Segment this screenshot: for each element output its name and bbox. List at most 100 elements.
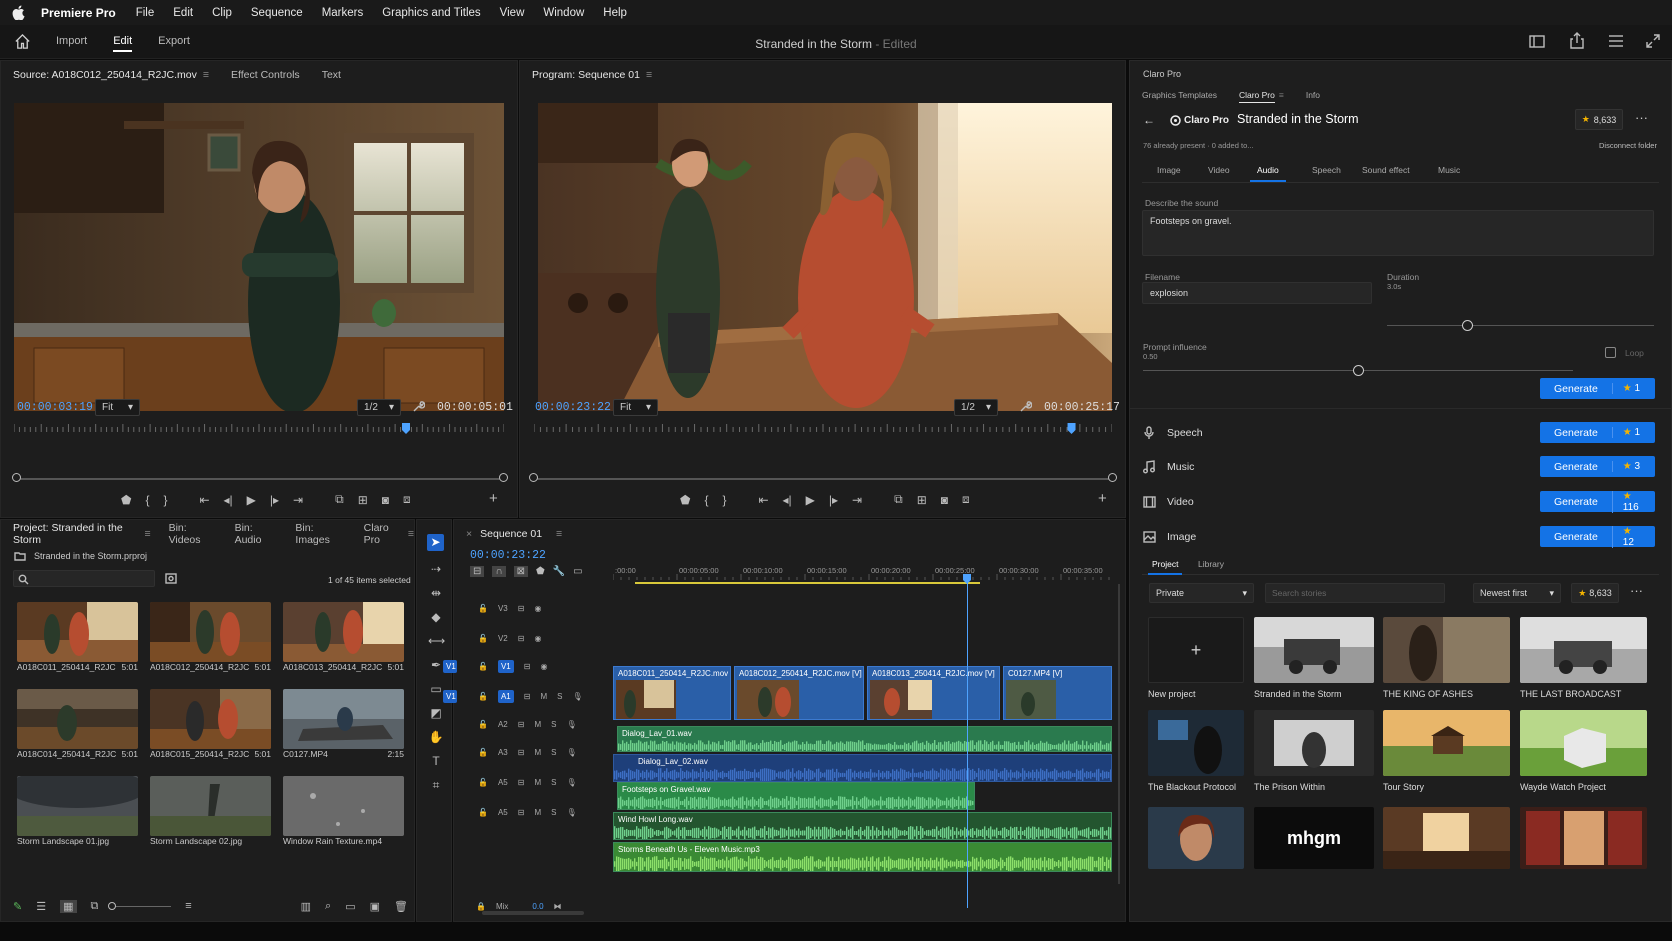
clip-item[interactable]: A018C014_250414_R2JC 5:01 bbox=[17, 689, 138, 759]
tab-project[interactable]: Project: Stranded in the Storm bbox=[13, 522, 140, 546]
tab-sequence[interactable]: Sequence 01 bbox=[480, 528, 542, 540]
tab-bin-audio[interactable]: Bin: Audio bbox=[235, 522, 278, 546]
tab-speech[interactable]: Speech bbox=[1312, 165, 1341, 175]
tab-bin-images[interactable]: Bin: Images bbox=[295, 522, 345, 546]
source-scrub-bar[interactable] bbox=[17, 478, 504, 480]
tab-claro-pro[interactable]: Claro Pro bbox=[364, 522, 404, 546]
filename-input[interactable]: explosion bbox=[1142, 282, 1372, 304]
story-card[interactable]: Tour Story bbox=[1383, 710, 1510, 792]
selection-tool-icon[interactable]: ➤ bbox=[427, 534, 444, 551]
program-scrub-bar[interactable] bbox=[534, 478, 1112, 480]
mute-button[interactable]: M bbox=[534, 778, 541, 787]
track-label[interactable]: A3 bbox=[498, 748, 508, 757]
export-frame-icon[interactable]: ◙ bbox=[382, 493, 389, 507]
wrench-icon[interactable] bbox=[412, 400, 425, 413]
solo-button[interactable]: S bbox=[557, 692, 562, 701]
sort-dropdown[interactable]: Newest first ▾ bbox=[1473, 583, 1561, 603]
program-time-ruler[interactable] bbox=[534, 423, 1112, 437]
clip-item[interactable]: C0127.MP4 2:15 bbox=[283, 689, 404, 759]
generate-video-button[interactable]: Generate ★ 116 bbox=[1540, 490, 1655, 513]
lift-icon[interactable]: ⧉ bbox=[894, 492, 903, 507]
share-icon[interactable] bbox=[1569, 32, 1585, 49]
track-label[interactable]: A2 bbox=[498, 720, 508, 729]
ripple-edit-tool-icon[interactable]: ⇹ bbox=[428, 586, 444, 600]
horizontal-scrollbar[interactable] bbox=[482, 911, 584, 915]
solo-button[interactable]: S bbox=[551, 778, 556, 787]
describe-sound-input[interactable]: Footsteps on gravel. bbox=[1142, 210, 1654, 256]
nest-icon[interactable]: ⊟ bbox=[470, 566, 485, 577]
menu-clip[interactable]: Clip bbox=[212, 7, 232, 19]
tab-menu-icon[interactable]: ≡ bbox=[556, 528, 562, 540]
add-button-icon[interactable]: + bbox=[489, 490, 498, 507]
wrench-icon[interactable] bbox=[1019, 400, 1032, 413]
slip-tool-icon[interactable]: ⟷ bbox=[428, 634, 445, 648]
duration-slider-handle[interactable] bbox=[1462, 320, 1474, 331]
audio-clip[interactable]: Dialog_Lav_02.wav bbox=[613, 754, 1112, 782]
tab-graphics-templates[interactable]: Graphics Templates bbox=[1142, 90, 1217, 103]
close-icon[interactable]: × bbox=[466, 528, 472, 540]
track-label[interactable]: V3 bbox=[498, 604, 508, 613]
find-icon[interactable]: ⌕ bbox=[325, 900, 331, 913]
program-scrub-start-handle[interactable] bbox=[529, 473, 538, 482]
audio-clip[interactable]: Wind Howl Long.wav bbox=[613, 812, 1112, 840]
tab-image[interactable]: Image bbox=[1157, 165, 1181, 175]
tab-video[interactable]: Video bbox=[1208, 165, 1230, 175]
story-card[interactable]: The Prison Within bbox=[1254, 710, 1374, 792]
menu-file[interactable]: File bbox=[136, 7, 155, 19]
tab-claro-pro[interactable]: Claro Pro bbox=[1238, 90, 1275, 103]
slider-handle[interactable] bbox=[108, 901, 117, 910]
trash-icon[interactable]: 🗑 bbox=[394, 900, 408, 913]
source-timecode[interactable]: 00:00:03:19 bbox=[17, 401, 93, 414]
search-stories-input[interactable]: Search stories bbox=[1265, 583, 1445, 603]
thumbnail-size-slider[interactable] bbox=[108, 901, 172, 910]
microphone-icon[interactable]: 🎙 bbox=[566, 778, 576, 787]
mark-out-icon[interactable]: } bbox=[163, 493, 167, 507]
loop-checkbox[interactable] bbox=[1605, 347, 1616, 358]
story-card[interactable]: THE KING OF ASHES bbox=[1383, 617, 1510, 699]
freeform-view-icon[interactable]: ⧉ bbox=[91, 900, 99, 913]
program-zoom-dropdown[interactable]: Fit ▾ bbox=[613, 399, 658, 416]
lock-icon[interactable]: 🔓 bbox=[478, 604, 488, 613]
clip-item[interactable]: A018C015_250414_R2JC 5:01 bbox=[150, 689, 271, 759]
prompt-influence-handle[interactable] bbox=[1353, 365, 1364, 376]
program-resolution-dropdown[interactable]: 1/2 ▾ bbox=[954, 399, 998, 416]
track-label[interactable]: A5 bbox=[498, 778, 508, 787]
export-frame-icon[interactable]: ◙ bbox=[941, 493, 948, 507]
tab-library[interactable]: Library bbox=[1198, 559, 1224, 569]
play-icon[interactable]: ▶ bbox=[247, 493, 256, 507]
sync-lock-icon[interactable]: ⊟ bbox=[518, 778, 525, 787]
story-card[interactable] bbox=[1383, 807, 1510, 869]
lock-icon[interactable]: 🔓 bbox=[478, 634, 488, 643]
source-time-ruler[interactable] bbox=[14, 423, 504, 437]
settings-wrench-icon[interactable]: 🔧 bbox=[553, 566, 565, 577]
snap-icon[interactable]: ∩ bbox=[492, 566, 506, 577]
tab-project[interactable]: Project bbox=[1148, 559, 1183, 575]
button-editor-icon[interactable]: ⧈ bbox=[403, 492, 411, 507]
tab-menu-icon[interactable]: ≡ bbox=[408, 528, 414, 540]
new-bin-icon[interactable]: ▭ bbox=[345, 900, 355, 913]
tab-sound-effect[interactable]: Sound effect bbox=[1362, 165, 1410, 175]
audio-clip[interactable]: Footsteps on Gravel.wav bbox=[617, 782, 975, 810]
go-to-out-icon[interactable]: ⇥ bbox=[293, 493, 303, 507]
source-scrub-start-handle[interactable] bbox=[12, 473, 21, 482]
microphone-icon[interactable]: 🎙 bbox=[566, 808, 576, 817]
story-card[interactable]: Wayde Watch Project bbox=[1520, 710, 1647, 792]
tab-menu-icon[interactable]: ≡ bbox=[1279, 90, 1284, 103]
menu-help[interactable]: Help bbox=[603, 7, 627, 19]
fullscreen-icon[interactable] bbox=[1645, 33, 1661, 49]
program-scrub-end-handle[interactable] bbox=[1108, 473, 1117, 482]
sort-icon[interactable]: ≡ bbox=[185, 900, 191, 912]
timeline-playhead[interactable] bbox=[967, 580, 968, 908]
work-area-bar[interactable] bbox=[635, 582, 980, 584]
remix-tool-icon[interactable]: ◩ bbox=[428, 706, 444, 720]
tab-program[interactable]: Program: Sequence 01 bbox=[532, 69, 640, 81]
add-marker-icon[interactable]: ⬟ bbox=[121, 493, 131, 507]
mute-button[interactable]: M bbox=[534, 748, 541, 757]
tab-effect-controls[interactable]: Effect Controls bbox=[231, 69, 300, 81]
source-resolution-dropdown[interactable]: 1/2 ▾ bbox=[357, 399, 401, 416]
lock-icon[interactable]: 🔓 bbox=[478, 808, 488, 817]
sync-lock-icon[interactable]: ⊟ bbox=[518, 604, 525, 613]
clip-item[interactable]: A018C012_250414_R2JC 5:01 bbox=[150, 602, 271, 672]
go-to-out-icon[interactable]: ⇥ bbox=[852, 493, 862, 507]
track-select-tool-icon[interactable]: ⇢ bbox=[428, 562, 444, 576]
